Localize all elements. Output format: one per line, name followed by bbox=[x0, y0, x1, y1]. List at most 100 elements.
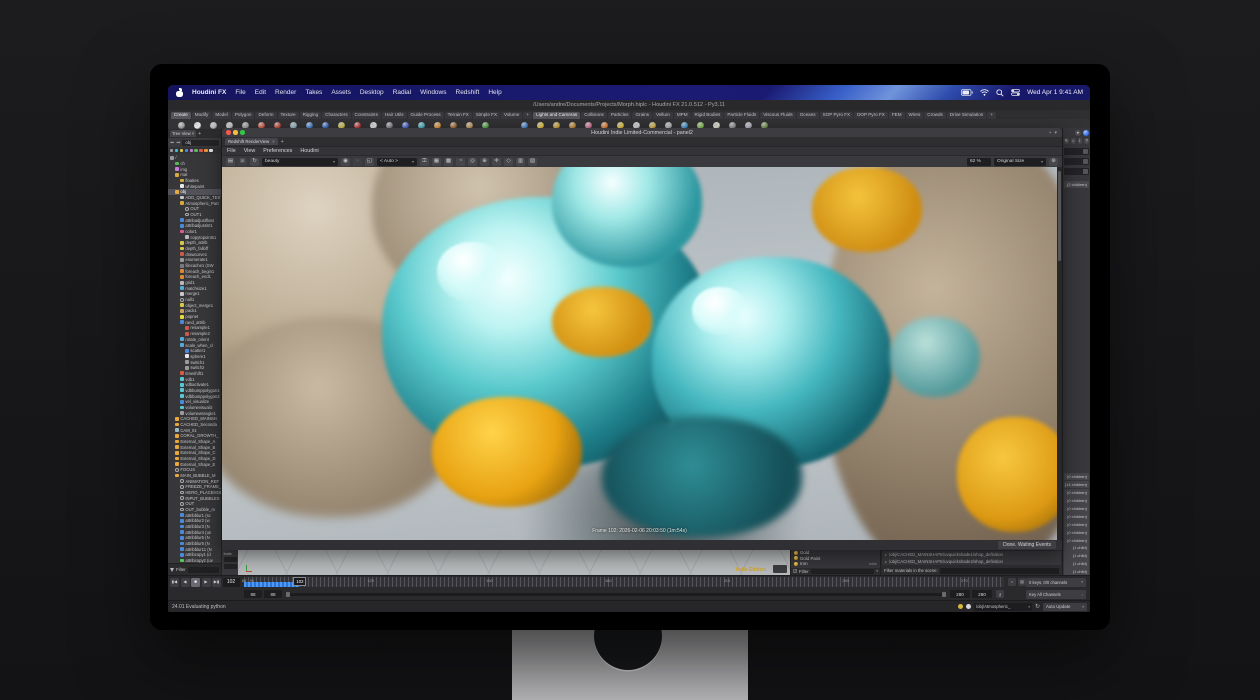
network-editor[interactable]: Indie Edition bbox=[238, 550, 790, 575]
menubar-clock[interactable]: Wed Apr 1 9:41 AM bbox=[1027, 89, 1083, 96]
range-handle-left[interactable] bbox=[286, 592, 290, 597]
playback-range-start-field[interactable]: 88 bbox=[264, 590, 282, 598]
shelf-tab[interactable]: SOP Pyro FX bbox=[820, 112, 854, 119]
timeline-ruler[interactable]: 8890120150180210240270 102 bbox=[244, 577, 1004, 587]
close-window-button[interactable] bbox=[226, 130, 231, 135]
clock-icon[interactable]: ◔ bbox=[456, 158, 465, 166]
current-frame-field[interactable]: 102 bbox=[223, 578, 240, 587]
shelf-tab[interactable]: Particles bbox=[608, 112, 632, 119]
children-count-row[interactable]: (14 children) bbox=[1064, 481, 1089, 488]
tree-filter-input[interactable] bbox=[188, 567, 219, 573]
shelf-tab[interactable]: Texture bbox=[278, 112, 299, 119]
renderview-tab[interactable]: Redshift RenderView× bbox=[225, 138, 278, 145]
key-icon[interactable]: ⚷ bbox=[996, 590, 1004, 598]
shelf-tab[interactable]: Constraints bbox=[352, 112, 381, 119]
material-item[interactable]: Iron Indie bbox=[791, 561, 880, 567]
children-count-row[interactable]: (0 children) bbox=[1064, 473, 1089, 480]
bucket-order-select[interactable]: < Auto >▾ bbox=[377, 158, 417, 166]
add-tab-button[interactable]: + bbox=[198, 131, 201, 137]
children-count-row[interactable]: (0 children) bbox=[1064, 504, 1089, 511]
filter-type-icon[interactable] bbox=[194, 149, 197, 152]
zoom-window-button[interactable] bbox=[240, 130, 245, 135]
shelf-tab[interactable]: Characters bbox=[322, 112, 350, 119]
go-to-end-button[interactable]: ▶▮ bbox=[212, 578, 221, 587]
filter-type-icon[interactable] bbox=[199, 149, 202, 152]
render-image[interactable]: Frame 102: 2026-02-06 20:03:50 (1m:54s) bbox=[222, 167, 1057, 540]
filter-type-icon[interactable] bbox=[204, 149, 207, 152]
tree-path-field[interactable]: obj bbox=[182, 140, 219, 146]
node-connector-icon[interactable] bbox=[1083, 169, 1088, 174]
shop-definition-row[interactable]: ▸ /obj/CACHED_MAINSHAPE/uvquickshade2/sh… bbox=[882, 558, 1061, 565]
shelf-tab[interactable]: Rigid Bodies bbox=[692, 112, 724, 119]
shelf-tab[interactable]: Viscous Fluids bbox=[760, 112, 796, 119]
apple-menu-icon[interactable] bbox=[176, 89, 183, 97]
menubar-item[interactable]: Radial bbox=[393, 89, 411, 96]
children-count-row[interactable]: (0 children) bbox=[1064, 536, 1089, 543]
scene-filter-input[interactable] bbox=[940, 568, 1059, 574]
shelf-tab[interactable]: Vellum bbox=[653, 112, 673, 119]
children-count-row[interactable]: (0 children) bbox=[1064, 489, 1089, 496]
shelf-tool-icon[interactable] bbox=[178, 122, 185, 129]
go-to-start-button[interactable]: ▮◀ bbox=[170, 578, 179, 587]
stamp-icon[interactable]: ▧ bbox=[528, 158, 537, 166]
panel-menu-icons[interactable]: ▪ ▾ bbox=[1049, 130, 1058, 136]
focus-icon[interactable]: ⊕ bbox=[480, 158, 489, 166]
menubar-item[interactable]: Edit bbox=[255, 89, 266, 96]
shelf-tab[interactable]: Lights and Cameras bbox=[533, 112, 580, 119]
gear-icon[interactable]: ⊛ bbox=[1049, 158, 1058, 166]
filter-type-icon[interactable] bbox=[209, 149, 212, 152]
open-snapshot-icon[interactable]: ▤ bbox=[226, 158, 235, 166]
shelf-tab[interactable]: Particle Fluids bbox=[724, 112, 759, 119]
renderview-menu-item[interactable]: Preferences bbox=[263, 148, 292, 154]
shelf-tab[interactable]: + bbox=[523, 112, 532, 119]
shelf-tab[interactable]: Rigging bbox=[300, 112, 322, 119]
menubar-item[interactable]: Takes bbox=[305, 89, 322, 96]
shelf-tab[interactable]: Oceans bbox=[797, 112, 819, 119]
search-icon[interactable] bbox=[996, 89, 1004, 97]
menubar-item[interactable]: Assets bbox=[331, 89, 351, 96]
shelf-tab[interactable]: Wires bbox=[906, 112, 924, 119]
magnifier-icon[interactable]: ○ bbox=[1071, 138, 1076, 144]
expand-icon[interactable]: ✛ bbox=[492, 158, 501, 166]
playback-range-end-field[interactable]: 280 bbox=[950, 590, 970, 598]
display-size-select[interactable]: Original Size▾ bbox=[994, 158, 1046, 166]
panel-titlebar[interactable]: Houdini Indie Limited-Commercial - panel… bbox=[222, 128, 1062, 137]
children-count-row[interactable]: (1 child) bbox=[1064, 552, 1089, 559]
shelf-tab[interactable]: Model bbox=[212, 112, 231, 119]
aov-select[interactable]: beauty▾ bbox=[262, 158, 338, 166]
target-icon[interactable]: ◎ bbox=[468, 158, 477, 166]
edit-icon[interactable]: ✎ bbox=[1064, 138, 1069, 144]
filter-type-icon[interactable] bbox=[190, 149, 193, 152]
shelf-tab[interactable]: Drive Simulation bbox=[947, 112, 986, 119]
render-camera-icon[interactable]: ◉ bbox=[341, 158, 350, 166]
children-count-row[interactable]: (0 children) bbox=[1064, 512, 1089, 519]
stop-button[interactable]: ■ bbox=[191, 578, 200, 587]
fit-view-icon[interactable]: ◇ bbox=[504, 158, 513, 166]
play-button[interactable]: ▶ bbox=[202, 578, 211, 587]
shelf-tab[interactable]: Create bbox=[171, 112, 191, 119]
expand-arrow-icon[interactable]: ▸ bbox=[885, 559, 887, 564]
shelf-tab[interactable]: Hair Utils bbox=[382, 112, 407, 119]
shelf-tab[interactable]: Crowds bbox=[924, 112, 946, 119]
renderview-menu-item[interactable]: File bbox=[227, 148, 236, 154]
keys-channels-dropdown[interactable]: 0 keys, 0/0 channels▾ bbox=[1026, 578, 1086, 587]
playhead-marker[interactable]: 102 bbox=[293, 577, 306, 586]
key-all-channels-button[interactable]: Key All Channels↕ bbox=[1026, 590, 1086, 599]
zoom-level-stepper[interactable]: 62 % bbox=[967, 158, 991, 166]
filter-type-icon[interactable] bbox=[185, 149, 188, 152]
control-center-icon[interactable] bbox=[1011, 89, 1020, 96]
children-count-row[interactable]: (0 children) bbox=[1064, 528, 1089, 535]
auto-update-select[interactable]: Auto Update▾ bbox=[1043, 603, 1087, 611]
shelf-tab[interactable]: + bbox=[987, 112, 996, 119]
grid-icon[interactable]: ▦ bbox=[432, 158, 441, 166]
refresh-icon[interactable]: ↻ bbox=[1035, 604, 1040, 610]
shelf-tool-icon[interactable] bbox=[194, 122, 201, 129]
children-count-row[interactable]: (1 child) bbox=[1064, 560, 1089, 567]
menubar-item[interactable]: Redshift bbox=[456, 89, 480, 96]
playback-range-slider[interactable] bbox=[286, 593, 946, 596]
link-target-icon[interactable] bbox=[1083, 130, 1089, 136]
shelf-tab[interactable]: DOP Pyro FX bbox=[854, 112, 888, 119]
add-pane-tab-button[interactable]: + bbox=[281, 139, 284, 145]
menubar-item[interactable]: Desktop bbox=[360, 89, 384, 96]
parameter-field[interactable] bbox=[1064, 148, 1089, 155]
